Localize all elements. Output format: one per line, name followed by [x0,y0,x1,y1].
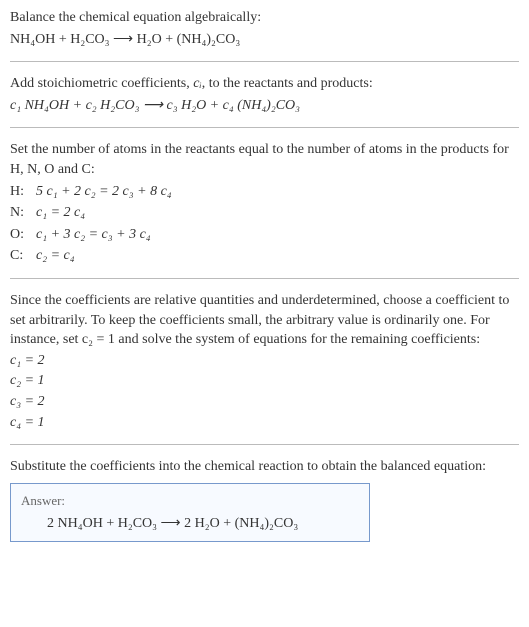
equation-row: O: c₁ + 3 c₂ = c₃ + 3 c₄ [10,225,519,245]
step2-text: Add stoichiometric coefficients, cᵢ, to … [10,74,519,94]
step5-section: Substitute the coefficients into the che… [10,457,519,542]
equation-row: C: c₂ = c₄ [10,246,519,266]
step5-text: Substitute the coefficients into the che… [10,457,519,477]
divider [10,127,519,128]
step3-text: Set the number of atoms in the reactants… [10,140,519,179]
divider [10,278,519,279]
answer-box: Answer: 2 NH₄OH + H₂CO₃ ⟶ 2 H₂O + (NH₄)₂… [10,483,370,543]
step3-section: Set the number of atoms in the reactants… [10,140,519,266]
equation-expr: c₁ = 2 c₄ [36,203,519,223]
coef-row: c₂ = 1 [10,371,519,391]
equation-expr: c₁ + 3 c₂ = c₃ + 3 c₄ [36,225,519,245]
element-label: N: [10,203,36,223]
step2-section: Add stoichiometric coefficients, cᵢ, to … [10,74,519,115]
step1-section: Balance the chemical equation algebraica… [10,8,519,49]
divider [10,61,519,62]
element-label: O: [10,225,36,245]
step2-text-before: Add stoichiometric coefficients, [10,76,193,91]
coef-row: c₃ = 2 [10,392,519,412]
step2-ci: cᵢ [193,76,201,91]
equation-row: H: 5 c₁ + 2 c₂ = 2 c₃ + 8 c₄ [10,182,519,202]
step1-equation: NH₄OH + H₂CO₃ ⟶ H₂O + (NH₄)₂CO₃ [10,30,519,50]
step1-text: Balance the chemical equation algebraica… [10,8,519,28]
step4-section: Since the coefficients are relative quan… [10,291,519,432]
coef-row: c₁ = 2 [10,351,519,371]
answer-equation: 2 NH₄OH + H₂CO₃ ⟶ 2 H₂O + (NH₄)₂CO₃ [21,514,359,534]
coef-row: c₄ = 1 [10,413,519,433]
element-label: H: [10,182,36,202]
equation-expr: c₂ = c₄ [36,246,519,266]
answer-label: Answer: [21,492,359,510]
equation-expr: 5 c₁ + 2 c₂ = 2 c₃ + 8 c₄ [36,182,519,202]
equation-row: N: c₁ = 2 c₄ [10,203,519,223]
step2-text-after: , to the reactants and products: [202,76,373,91]
step2-equation: c₁ NH₄OH + c₂ H₂CO₃ ⟶ c₃ H₂O + c₄ (NH₄)₂… [10,96,519,116]
step4-text: Since the coefficients are relative quan… [10,291,519,350]
element-label: C: [10,246,36,266]
divider [10,444,519,445]
